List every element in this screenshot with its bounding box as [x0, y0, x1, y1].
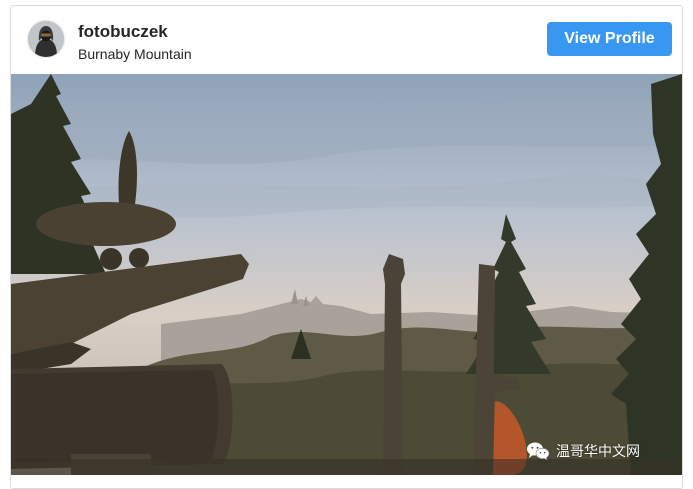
post-photo[interactable] — [11, 74, 682, 475]
watermark: 温哥华中文网 — [526, 440, 640, 462]
view-profile-button[interactable]: View Profile — [547, 22, 672, 56]
post-footer — [11, 475, 682, 488]
instagram-embed-card: fotobuczek Burnaby Mountain View Profile — [10, 5, 683, 489]
location[interactable]: Burnaby Mountain — [78, 45, 192, 63]
wechat-icon — [527, 442, 550, 460]
landscape-photo-icon — [11, 74, 682, 475]
user-info: fotobuczek Burnaby Mountain — [78, 22, 192, 63]
avatar[interactable] — [27, 20, 65, 58]
hooded-person-avatar-icon — [28, 21, 64, 57]
watermark-text: 温哥华中文网 — [556, 444, 640, 460]
post-header: fotobuczek Burnaby Mountain View Profile — [11, 6, 682, 74]
username[interactable]: fotobuczek — [78, 22, 192, 42]
